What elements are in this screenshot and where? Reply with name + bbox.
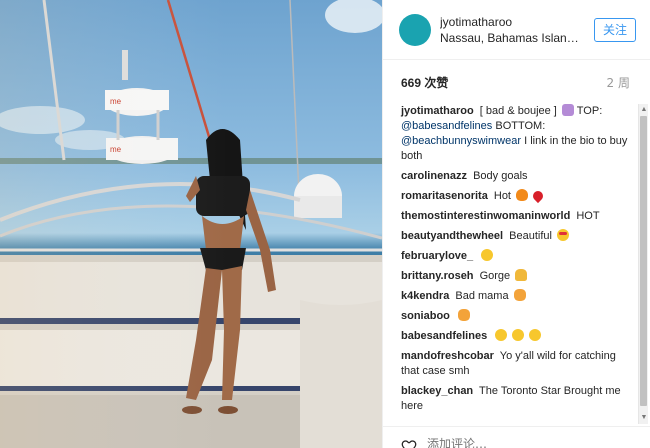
likes-unit: 次赞 (424, 75, 449, 90)
user-block: jyotimatharoo Nassau, Bahamas Islan… (440, 14, 588, 46)
comment-item: mandofreshcobar Yo y'all wild for catchi… (401, 349, 633, 379)
comment-text: Body goals (473, 170, 528, 182)
comment-item: beautyandthewheel Beautiful (401, 229, 633, 244)
scroll-down-icon[interactable]: ▼ (640, 414, 648, 422)
post-stats: 669 次赞 2 周 (383, 60, 650, 104)
sparkles-emoji-icon (495, 329, 508, 341)
scroll-up-icon[interactable]: ▲ (640, 106, 648, 114)
sparkles-emoji-icon (512, 329, 525, 341)
heart-eyes-emoji-icon (557, 229, 570, 241)
caption-text-1: [ bad & boujee ] (479, 105, 557, 117)
location-link[interactable]: Nassau, Bahamas Islan… (440, 30, 588, 46)
scroll-thumb[interactable] (640, 116, 647, 406)
comment-text: Gorge (479, 270, 511, 282)
post-timestamp[interactable]: 2 周 (607, 74, 630, 91)
cat-face-emoji-icon (513, 289, 526, 301)
comment-text: Beautiful (509, 230, 552, 242)
comment-item: brittany.roseh Gorge (401, 269, 633, 284)
comments-scrollbar[interactable]: ▲ ▼ (638, 104, 648, 424)
follow-button[interactable]: 关注 (593, 17, 636, 42)
post-details-panel: jyotimatharoo Nassau, Bahamas Islan… 关注 … (382, 0, 650, 448)
comment-author[interactable]: februarylove_ (401, 250, 473, 262)
comment-item: themostinterestinwomaninworld HOT (401, 209, 633, 224)
comment-item: februarylove_ (401, 249, 633, 264)
comment-author[interactable]: blackey_chan (401, 385, 473, 397)
comment-item: carolinenazz Body goals (401, 169, 633, 184)
comment-author[interactable]: brittany.roseh (401, 270, 474, 282)
comment-author[interactable]: beautyandthewheel (401, 230, 503, 242)
caption-text-2: TOP: (576, 105, 603, 117)
comment-item: soniaboo (401, 309, 633, 324)
caption: jyotimatharoo [ bad & boujee ] TOP: @bab… (401, 104, 633, 164)
caption-author[interactable]: jyotimatharoo (401, 105, 474, 117)
cat-face-emoji-icon (457, 309, 470, 321)
comment-author[interactable]: babesandfelines (401, 330, 487, 342)
photo-illustration: me me (0, 0, 382, 448)
comment-text: Bad mama (455, 290, 509, 302)
fire-emoji-icon (516, 189, 529, 201)
caption-mention-1[interactable]: @babesandfelines (401, 120, 492, 132)
sparkles-emoji-icon (529, 329, 542, 341)
comment-author[interactable]: soniaboo (401, 310, 450, 322)
comments-list: jyotimatharoo [ bad & boujee ] TOP: @bab… (383, 104, 639, 424)
heart-outline-icon[interactable] (401, 438, 417, 448)
avatar[interactable] (399, 13, 431, 46)
likes-count[interactable]: 669 次赞 (401, 74, 448, 91)
comment-author[interactable]: themostinterestinwomaninworld (401, 210, 570, 222)
comment-item: blackey_chan The Toronto Star Brought me… (401, 384, 633, 414)
comment-input[interactable] (427, 436, 627, 448)
comment-text: Hot (493, 190, 511, 202)
caption-text-3: BOTTOM: (495, 120, 546, 132)
username-link[interactable]: jyotimatharoo (440, 14, 588, 30)
woman-gesturing-emoji-icon (561, 104, 574, 116)
comment-item: romaritasenorita Hot (401, 188, 633, 204)
smiley-emoji-icon (481, 249, 494, 261)
comment-author[interactable]: mandofreshcobar (401, 350, 494, 362)
comment-author[interactable]: carolinenazz (401, 170, 467, 182)
comment-footer (383, 426, 650, 448)
bowing-emoji-icon (515, 269, 528, 281)
comment-text: HOT (576, 210, 600, 222)
comment-item: babesandfelines (401, 329, 633, 344)
likes-number: 669 (401, 75, 422, 90)
red-heart-emoji-icon (531, 188, 546, 204)
post-header: jyotimatharoo Nassau, Bahamas Islan… 关注 (383, 0, 650, 60)
caption-mention-2[interactable]: @beachbunnyswimwear (401, 135, 521, 147)
comment-author[interactable]: romaritasenorita (401, 190, 488, 202)
comment-author[interactable]: k4kendra (401, 290, 449, 302)
post-photo[interactable]: me me (0, 0, 382, 448)
comment-item: k4kendra Bad mama (401, 289, 633, 304)
